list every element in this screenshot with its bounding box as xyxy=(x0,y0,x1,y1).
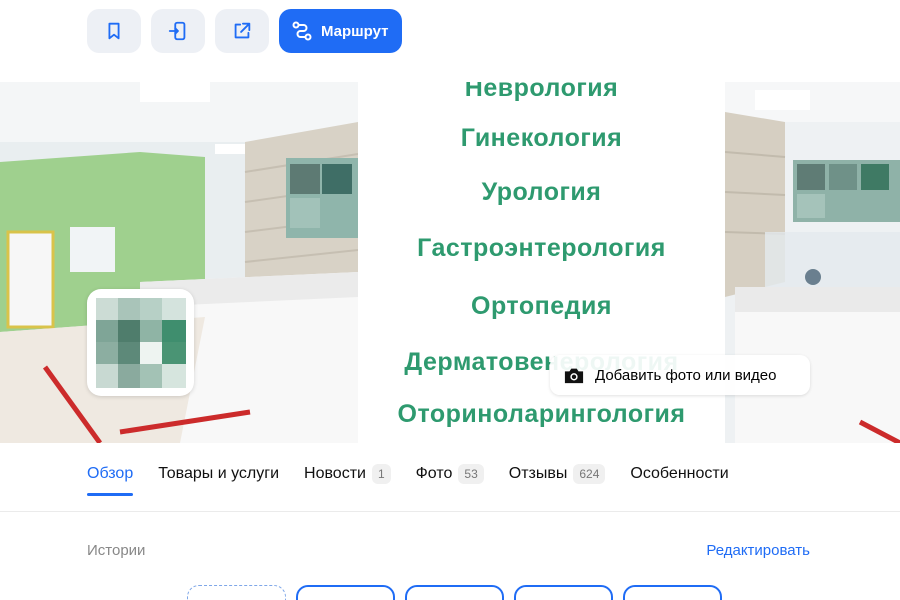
tab-news[interactable]: Новости 1 xyxy=(304,462,391,486)
tab-label: Новости xyxy=(304,465,366,482)
story-card[interactable] xyxy=(405,585,504,600)
specialty-text: Неврология xyxy=(464,82,619,102)
share-icon xyxy=(234,22,251,39)
tab-label: Фото xyxy=(415,465,453,482)
add-photo-video-button[interactable]: Добавить фото или видео xyxy=(550,355,810,395)
add-photo-video-label: Добавить фото или видео xyxy=(595,366,777,384)
tab-label: Особенности xyxy=(630,465,729,482)
action-toolbar: Маршрут xyxy=(87,9,402,53)
tab-overview[interactable]: Обзор xyxy=(87,462,134,496)
share-button[interactable] xyxy=(215,9,269,53)
count-badge: 624 xyxy=(573,464,606,484)
route-button[interactable]: Маршрут xyxy=(279,9,402,53)
bookmark-icon xyxy=(108,22,120,40)
stories-title: Истории xyxy=(87,542,146,559)
route-button-label: Маршрут xyxy=(321,22,389,40)
tab-bar: Обзор Товары и услуги Новости 1 Фото 53 … xyxy=(87,462,754,496)
tab-label: Товары и услуги xyxy=(158,465,280,482)
tab-label: Обзор xyxy=(87,465,134,482)
specialty-text: Урология xyxy=(481,178,602,206)
send-to-phone-button[interactable] xyxy=(151,9,205,53)
stories-carousel xyxy=(187,585,722,600)
add-story-card[interactable] xyxy=(187,585,286,600)
tab-products-services[interactable]: Товары и услуги xyxy=(158,462,279,486)
route-icon xyxy=(292,21,312,41)
divider xyxy=(0,511,900,512)
send-to-phone-icon xyxy=(168,21,186,41)
tab-features[interactable]: Особенности xyxy=(630,462,728,486)
specialty-text: Гастроэнтерология xyxy=(417,234,666,262)
edit-stories-link[interactable]: Редактировать xyxy=(706,542,810,559)
logo-image xyxy=(95,297,186,388)
camera-icon xyxy=(564,368,584,384)
tab-label: Отзывы xyxy=(508,465,568,482)
story-card[interactable] xyxy=(514,585,613,600)
tab-reviews[interactable]: Отзывы 624 xyxy=(509,462,606,486)
count-badge: 1 xyxy=(371,464,391,484)
count-badge: 53 xyxy=(458,464,484,484)
story-card[interactable] xyxy=(623,585,722,600)
bookmark-button[interactable] xyxy=(87,9,141,53)
tab-photos[interactable]: Фото 53 xyxy=(416,462,484,486)
organization-logo[interactable] xyxy=(87,289,194,396)
specialty-text: Гинекология xyxy=(460,124,623,152)
specialty-text: Оториноларингология xyxy=(397,400,686,428)
specialty-text: Ортопедия xyxy=(471,292,612,320)
story-card[interactable] xyxy=(296,585,395,600)
